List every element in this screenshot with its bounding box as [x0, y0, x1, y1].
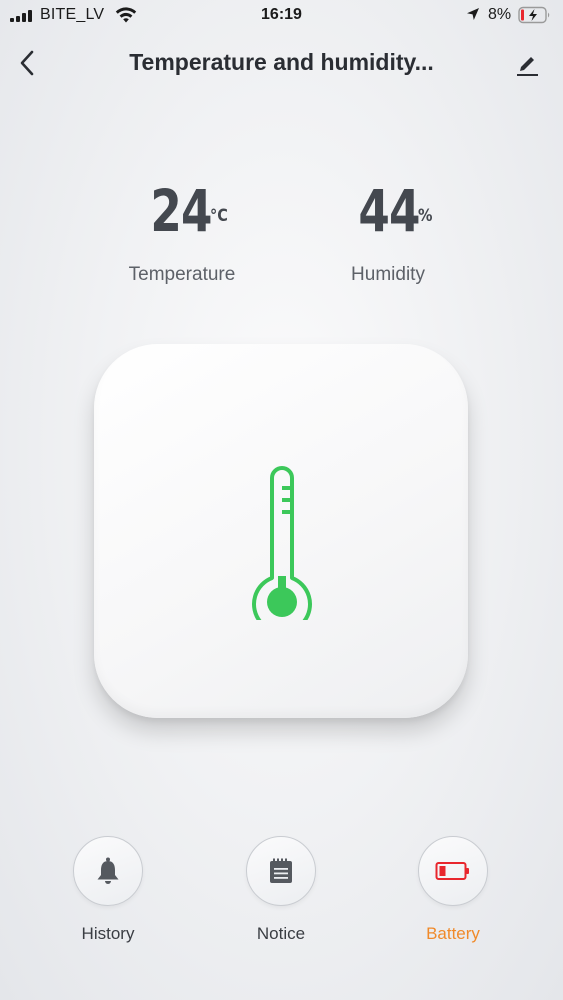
- temperature-unit: °C: [209, 206, 228, 226]
- status-bar: BITE_LV 16:19 8%: [0, 0, 563, 32]
- humidity-unit: %: [417, 206, 433, 226]
- low-battery-icon: [435, 862, 469, 880]
- pencil-icon: [517, 57, 538, 76]
- chevron-left-icon: [20, 50, 34, 76]
- notepad-icon: [270, 858, 292, 883]
- battery-charging-icon: [518, 6, 550, 24]
- humidity-reading: 44 % Humidity: [288, 176, 488, 286]
- notice-button[interactable]: Notice: [221, 836, 341, 944]
- page-title: Temperature and humidity...: [129, 49, 434, 75]
- humidity-value: 44: [358, 177, 420, 245]
- history-label: History: [81, 924, 135, 943]
- notice-label: Notice: [256, 924, 306, 943]
- edit-button[interactable]: [510, 48, 544, 82]
- battery-percent: 8%: [488, 6, 512, 23]
- history-circle[interactable]: [73, 836, 143, 906]
- humidity-label: Humidity: [351, 264, 425, 285]
- thermometer-icon: [252, 466, 312, 620]
- battery-label: Battery: [426, 924, 480, 943]
- back-button[interactable]: [12, 46, 42, 80]
- history-button[interactable]: History: [48, 836, 168, 944]
- notice-circle[interactable]: [246, 836, 316, 906]
- temperature-label: Temperature: [128, 264, 236, 285]
- battery-circle[interactable]: [418, 836, 488, 906]
- battery-button[interactable]: Battery: [393, 836, 513, 944]
- location-arrow-icon: [467, 8, 479, 20]
- temperature-reading: 24 °C Temperature: [82, 176, 282, 286]
- temperature-value: 24: [150, 177, 212, 245]
- device-tile: [94, 344, 468, 718]
- bell-icon: [97, 857, 119, 884]
